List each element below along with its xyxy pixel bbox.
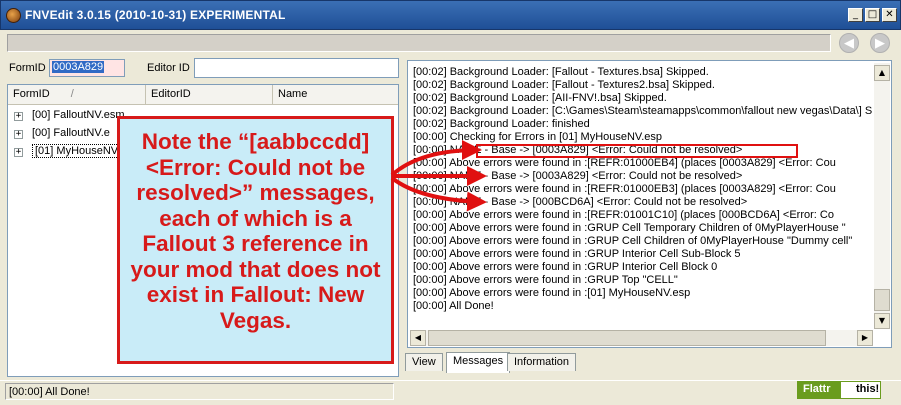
message-line: [00:00] All Done!: [413, 300, 494, 312]
status-text: [00:00] All Done!: [5, 383, 394, 400]
message-line: [00:00] Above errors were found in :[01]…: [413, 287, 691, 299]
error-highlight-box: [476, 144, 798, 158]
vertical-scroll-thumb[interactable]: [874, 289, 890, 311]
back-icon[interactable]: ◀: [839, 33, 859, 53]
expand-icon[interactable]: +: [14, 112, 23, 121]
forward-icon[interactable]: ▶: [870, 33, 890, 53]
window-title: FNVEdit 3.0.15 (2010-10-31) EXPERIMENTAL: [25, 8, 286, 22]
message-line: [00:00] Above errors were found in :GRUP…: [413, 235, 853, 247]
column-formid-label: FormID: [13, 88, 50, 100]
tab-view[interactable]: View: [405, 353, 443, 371]
tree-row[interactable]: + [00] FalloutNV.esm: [14, 109, 125, 125]
tree-row[interactable]: + [00] FalloutNV.e: [14, 127, 110, 143]
flattr-this: this!: [856, 383, 880, 395]
message-line: [00:00] NAME - Base -> [000BCD6A] <Error…: [413, 196, 748, 208]
message-line: [00:00] Above errors were found in :GRUP…: [413, 248, 741, 260]
close-button[interactable]: ✕: [882, 8, 897, 22]
formid-input[interactable]: 0003A829: [49, 59, 125, 77]
flattr-button[interactable]: Flattr this!: [797, 381, 881, 399]
annotation-text: Note the “[aabbccdd] <Error: Could not b…: [130, 129, 381, 333]
scroll-right-icon[interactable]: ▶: [857, 330, 873, 346]
minimize-button[interactable]: _: [848, 8, 863, 22]
flattr-label: Flattr: [798, 382, 841, 398]
message-line: [00:00] Above errors were found in :[REF…: [413, 209, 834, 221]
editorid-label: Editor ID: [147, 62, 190, 74]
tree-header: FormID / EditorID Name: [8, 85, 398, 105]
message-line: [00:00] Above errors were found in :GRUP…: [413, 274, 678, 286]
tab-messages[interactable]: Messages: [446, 352, 511, 373]
message-line: [00:00] Above errors were found in :[REF…: [413, 183, 836, 195]
formid-label: FormID: [9, 62, 46, 74]
column-name[interactable]: Name: [273, 85, 398, 104]
formid-value: 0003A829: [52, 61, 105, 73]
expand-icon[interactable]: +: [14, 148, 23, 157]
message-line: [00:02] Background Loader: [AII-FNV!.bsa…: [413, 92, 667, 104]
scroll-left-icon[interactable]: ◀: [410, 330, 426, 346]
sort-icon: /: [70, 88, 74, 100]
message-line: [00:00] Above errors were found in :GRUP…: [413, 222, 846, 234]
annotation-callout: Note the “[aabbccdd] <Error: Could not b…: [117, 116, 394, 364]
path-field[interactable]: [7, 34, 831, 52]
editorid-input[interactable]: [194, 58, 399, 78]
messages-pane[interactable]: [00:02] Background Loader: [Fallout - Te…: [407, 60, 892, 348]
column-editorid[interactable]: EditorID: [146, 85, 273, 104]
column-formid[interactable]: FormID /: [8, 85, 146, 104]
message-line: [00:00] Checking for Errors in [01] MyHo…: [413, 131, 663, 143]
app-icon: [6, 8, 21, 23]
message-line: [00:02] Background Loader: [Fallout - Te…: [413, 79, 715, 91]
expand-icon[interactable]: +: [14, 130, 23, 139]
message-line: [00:02] Background Loader: [Fallout - Te…: [413, 66, 709, 78]
message-line: [00:02] Background Loader: finished: [413, 118, 590, 130]
message-line: [00:00] Above errors were found in :[REF…: [413, 157, 836, 169]
scroll-down-icon[interactable]: ▼: [874, 313, 890, 329]
message-line: [00:00] NAME - Base -> [0003A829] <Error…: [413, 170, 743, 182]
tree-row[interactable]: + [01] MyHouseNV: [14, 144, 122, 161]
message-line: [00:02] Background Loader: [C:\Games\Ste…: [413, 105, 873, 117]
title-bar: FNVEdit 3.0.15 (2010-10-31) EXPERIMENTAL…: [0, 0, 901, 30]
message-line: [00:00] Above errors were found in :GRUP…: [413, 261, 718, 273]
horizontal-scroll-thumb[interactable]: [428, 330, 826, 346]
scroll-up-icon[interactable]: ▲: [874, 65, 890, 81]
maximize-button[interactable]: □: [865, 8, 880, 22]
tab-information[interactable]: Information: [507, 353, 577, 371]
